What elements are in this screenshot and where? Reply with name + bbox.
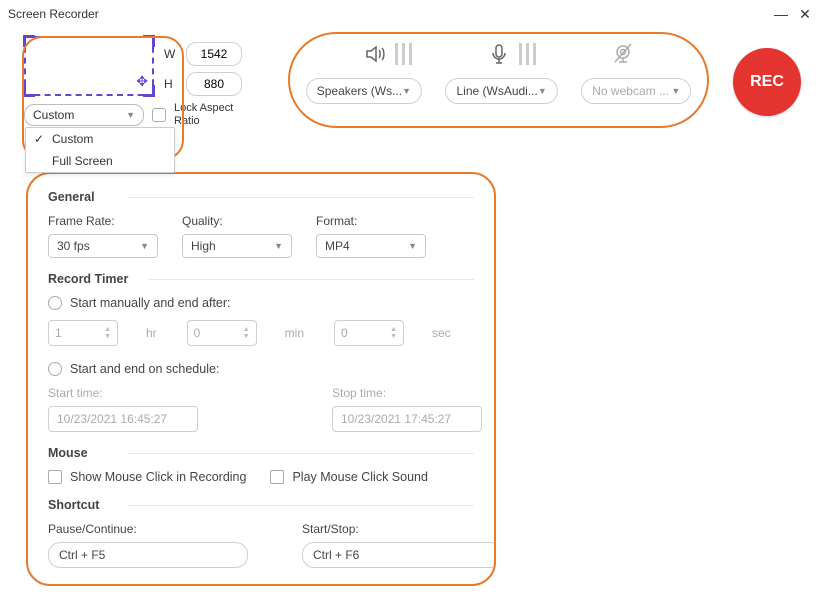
app-window: Screen Recorder — ✕ ✥ W H Custom ▼: [0, 0, 825, 600]
stop-time-label: Stop time:: [332, 386, 482, 400]
timer-schedule-label: Start and end on schedule:: [70, 362, 219, 376]
settings-panel: General Frame Rate: 30 fps▼ Quality: Hig…: [26, 172, 496, 586]
mic-icon: [485, 42, 536, 66]
timer-min-input[interactable]: 0▲▼: [187, 320, 257, 346]
timer-manual-label: Start manually and end after:: [70, 296, 231, 310]
section-mouse: Mouse: [48, 446, 474, 460]
quality-select[interactable]: High▼: [182, 234, 292, 258]
preset-option-fullscreen[interactable]: Full Screen: [26, 150, 174, 172]
play-mouse-sound-label: Play Mouse Click Sound: [292, 470, 427, 484]
sec-unit: sec: [432, 326, 451, 340]
webcam-off-icon: [609, 42, 637, 66]
top-panel: ✥ W H Custom ▼ ✓ Custom: [0, 28, 825, 158]
move-icon: ✥: [136, 73, 148, 90]
pause-shortcut-input[interactable]: Ctrl + F5: [48, 542, 248, 568]
section-general: General: [48, 190, 474, 204]
show-mouse-click-checkbox[interactable]: [48, 470, 62, 484]
region-preset-value: Custom: [33, 108, 74, 122]
width-label: W: [164, 47, 178, 61]
chevron-down-icon: ▼: [402, 86, 411, 96]
check-icon: ✓: [34, 132, 44, 146]
speaker-select[interactable]: Speakers (Ws...▼: [306, 78, 422, 104]
pause-shortcut-label: Pause/Continue:: [48, 522, 248, 536]
webcam-select[interactable]: No webcam ...▼: [581, 78, 691, 104]
height-input[interactable]: [186, 72, 242, 96]
devices-block: Speakers (Ws...▼ Line (WsAudi...▼ No web…: [288, 36, 709, 110]
min-unit: min: [285, 326, 304, 340]
chevron-down-icon: ▼: [408, 241, 417, 251]
show-mouse-click-label: Show Mouse Click in Recording: [70, 470, 246, 484]
startstop-shortcut-input[interactable]: Ctrl + F6: [302, 542, 496, 568]
preset-option-custom[interactable]: ✓ Custom: [26, 128, 174, 150]
region-preview[interactable]: ✥: [24, 36, 154, 96]
timer-manual-radio[interactable]: [48, 296, 62, 310]
close-button[interactable]: ✕: [793, 6, 817, 23]
start-time-label: Start time:: [48, 386, 198, 400]
width-input[interactable]: [186, 42, 242, 66]
timer-hr-input[interactable]: 1▲▼: [48, 320, 118, 346]
framerate-label: Frame Rate:: [48, 214, 158, 228]
speaker-icon: [361, 42, 412, 66]
hr-unit: hr: [146, 326, 157, 340]
quality-label: Quality:: [182, 214, 292, 228]
height-label: H: [164, 77, 178, 91]
minimize-button[interactable]: —: [769, 6, 793, 22]
chevron-down-icon: ▼: [538, 86, 547, 96]
region-preset-dropdown: ✓ Custom Full Screen: [25, 127, 175, 173]
stop-time-input[interactable]: 10/23/2021 17:45:27: [332, 406, 482, 432]
section-shortcut: Shortcut: [48, 498, 474, 512]
window-title: Screen Recorder: [8, 7, 769, 21]
format-label: Format:: [316, 214, 426, 228]
chevron-down-icon: ▼: [671, 86, 680, 96]
chevron-down-icon: ▼: [126, 110, 135, 120]
format-select[interactable]: MP4▼: [316, 234, 426, 258]
play-mouse-sound-checkbox[interactable]: [270, 470, 284, 484]
section-timer: Record Timer: [48, 272, 474, 286]
titlebar: Screen Recorder — ✕: [0, 0, 825, 28]
chevron-down-icon: ▼: [140, 241, 149, 251]
capture-region-block: ✥ W H Custom ▼ ✓ Custom: [24, 36, 264, 128]
record-button[interactable]: REC: [733, 48, 801, 116]
framerate-select[interactable]: 30 fps▼: [48, 234, 158, 258]
timer-schedule-radio[interactable]: [48, 362, 62, 376]
lock-aspect-checkbox[interactable]: [152, 108, 166, 122]
chevron-down-icon: ▼: [274, 241, 283, 251]
start-time-input[interactable]: 10/23/2021 16:45:27: [48, 406, 198, 432]
timer-sec-input[interactable]: 0▲▼: [334, 320, 404, 346]
lock-aspect-label: Lock Aspect Ratio: [174, 102, 234, 128]
region-preset-select[interactable]: Custom ▼ ✓ Custom Full Screen: [24, 104, 144, 126]
mic-select[interactable]: Line (WsAudi...▼: [445, 78, 557, 104]
startstop-shortcut-label: Start/Stop:: [302, 522, 496, 536]
